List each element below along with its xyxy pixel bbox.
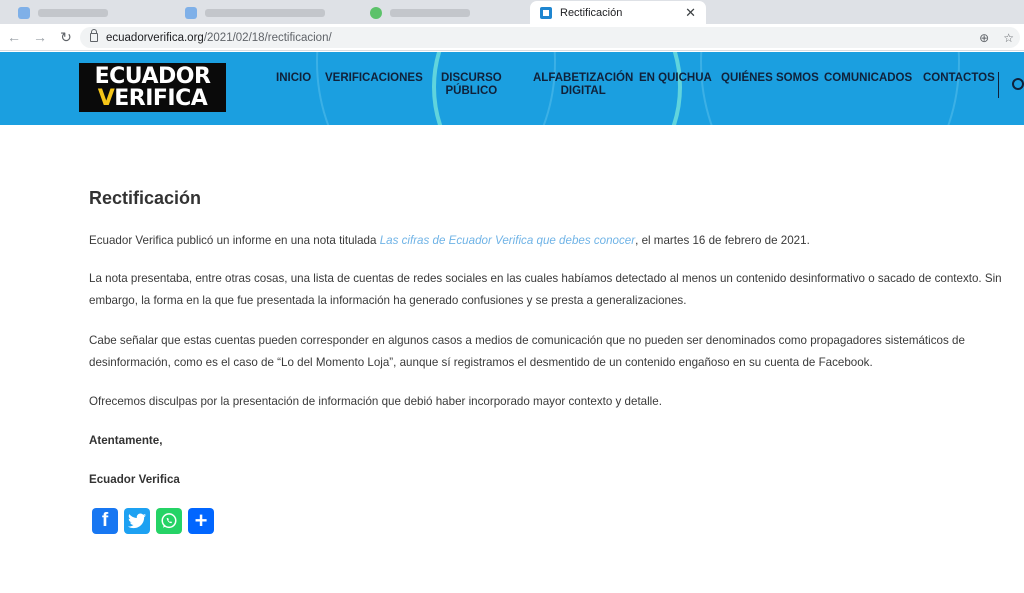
nav-en-quichua[interactable]: EN QUICHUA bbox=[639, 72, 712, 85]
tab-favicon-icon bbox=[18, 7, 30, 19]
nav-verificaciones[interactable]: VERIFICACIONES bbox=[325, 72, 423, 85]
paragraph-3: Cabe señalar que estas cuentas pueden co… bbox=[89, 334, 965, 369]
paragraph-2: La nota presentaba, entre otras cosas, u… bbox=[89, 272, 1002, 307]
share-buttons: f + bbox=[92, 508, 214, 534]
active-tab-title: Rectificación bbox=[560, 6, 623, 19]
nav-comunicados[interactable]: COMUNICADOS bbox=[824, 72, 912, 85]
signature: Ecuador Verifica bbox=[89, 473, 180, 486]
address-bar[interactable]: ecuadorverifica.org/2021/02/18/rectifica… bbox=[80, 27, 1020, 48]
zoom-icon[interactable]: ⊕ bbox=[979, 31, 989, 45]
lock-icon bbox=[90, 29, 98, 42]
ecuador-verifica-favicon-icon bbox=[540, 6, 552, 19]
twitter-share-button[interactable] bbox=[124, 508, 150, 534]
nav-contactos[interactable]: CONTACTOS bbox=[923, 72, 995, 85]
nav-divider bbox=[998, 72, 999, 98]
nav-quienes-somos[interactable]: QUIÉNES SOMOS bbox=[721, 72, 819, 85]
article-link[interactable]: Las cifras de Ecuador Verifica que debes… bbox=[380, 234, 635, 247]
forward-arrow-icon[interactable]: → bbox=[28, 25, 52, 49]
page-title: Rectificación bbox=[89, 188, 202, 208]
paragraph-4: Ofrecemos disculpas por la presentación … bbox=[89, 395, 662, 408]
share-plus-button[interactable]: + bbox=[188, 508, 214, 534]
active-tab[interactable]: Rectificación ✕ bbox=[530, 1, 706, 24]
url-host: ecuadorverifica.org bbox=[106, 31, 204, 44]
close-tab-icon[interactable]: ✕ bbox=[685, 5, 696, 21]
back-arrow-icon[interactable]: ← bbox=[2, 25, 26, 49]
main-navigation: INICIO VERIFICACIONES DISCURSO PÚBLICO A… bbox=[0, 72, 1024, 112]
twitter-bird-icon bbox=[128, 513, 146, 529]
background-tab[interactable] bbox=[360, 2, 525, 24]
paragraph-intro: Ecuador Verifica publicó un informe en u… bbox=[89, 234, 810, 247]
closing-text: Atentamente, bbox=[89, 434, 163, 447]
nav-inicio[interactable]: INICIO bbox=[276, 72, 311, 85]
background-tab[interactable] bbox=[8, 2, 168, 24]
plus-icon: + bbox=[194, 508, 208, 533]
reload-icon[interactable]: ↻ bbox=[54, 25, 78, 49]
browser-tab-strip: Rectificación ✕ bbox=[0, 0, 1024, 24]
whatsapp-icon bbox=[161, 513, 177, 529]
browser-toolbar: ← → ↻ ecuadorverifica.org/2021/02/18/rec… bbox=[0, 24, 1024, 51]
facebook-share-button[interactable]: f bbox=[92, 508, 118, 534]
whatsapp-share-button[interactable] bbox=[156, 508, 182, 534]
facebook-icon: f bbox=[101, 510, 109, 531]
bookmark-star-icon[interactable]: ☆ bbox=[1003, 31, 1014, 45]
nav-alfabetizacion-digital[interactable]: ALFABETIZACIÓN DIGITAL bbox=[533, 72, 633, 98]
tab-favicon-icon bbox=[370, 7, 382, 19]
url-path: /2021/02/18/rectificacion/ bbox=[203, 31, 332, 44]
nav-discurso-publico[interactable]: DISCURSO PÚBLICO bbox=[441, 72, 502, 98]
search-icon[interactable] bbox=[1012, 78, 1024, 90]
tab-favicon-icon bbox=[185, 7, 197, 19]
background-tab[interactable] bbox=[175, 2, 355, 24]
